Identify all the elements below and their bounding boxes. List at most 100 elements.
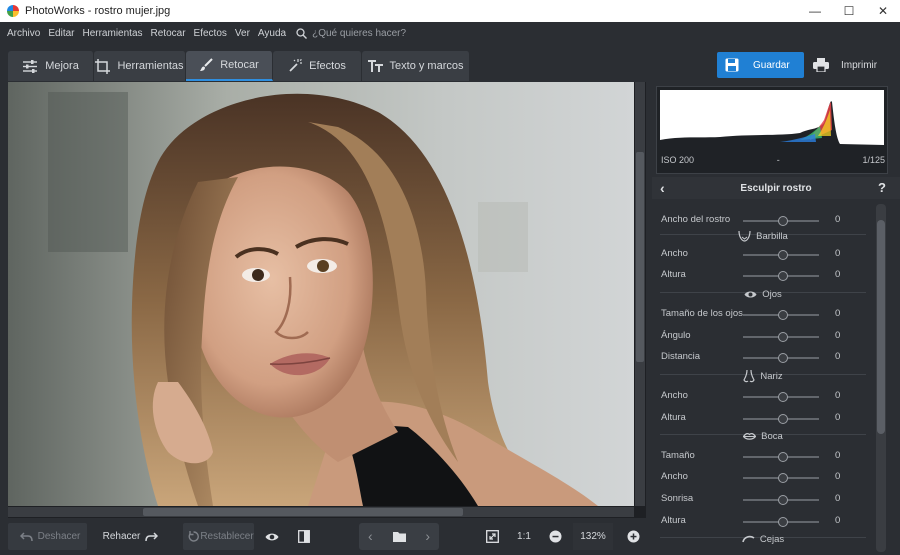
undo-icon: [19, 531, 33, 541]
slider-handle[interactable]: [778, 353, 788, 363]
actual-size-button[interactable]: 1:1: [511, 523, 537, 550]
tab-label: Mejora: [45, 60, 79, 72]
search-icon: [296, 27, 308, 39]
tab-retocar[interactable]: Retocar: [186, 51, 273, 81]
slider-eye-size: Tamaño de los ojos 0: [661, 306, 873, 322]
slider-handle[interactable]: [778, 271, 788, 281]
preview-toggle-button[interactable]: [259, 523, 285, 550]
redo-label: Rehacer: [102, 531, 141, 542]
horizontal-scrollbar[interactable]: [8, 507, 634, 517]
print-button[interactable]: Imprimir: [807, 52, 891, 78]
menu-editar[interactable]: Editar: [48, 28, 74, 39]
slider-handle[interactable]: [778, 250, 788, 260]
lips-icon: [743, 432, 757, 440]
slider-handle[interactable]: [778, 216, 788, 226]
slider-handle[interactable]: [778, 310, 788, 320]
slider-label: Sonrisa: [661, 493, 694, 504]
section-label: Barbilla: [756, 230, 788, 242]
save-label: Guardar: [753, 59, 790, 71]
scrollbar-thumb[interactable]: [143, 508, 463, 516]
section-label: Boca: [761, 430, 783, 442]
slider-nose-height: Altura 0: [661, 410, 873, 426]
undo-label: Deshacer: [37, 531, 81, 542]
brush-icon: [200, 58, 213, 71]
menu-ayuda[interactable]: Ayuda: [258, 28, 286, 39]
slider-handle[interactable]: [778, 392, 788, 402]
tab-texto-y-marcos[interactable]: Texto y marcos: [362, 51, 470, 81]
printer-icon: [813, 58, 829, 72]
slider-value: 0: [835, 330, 841, 341]
slider-value: 0: [835, 351, 841, 362]
plus-circle-icon: [627, 530, 639, 543]
close-button[interactable]: ✕: [866, 0, 900, 22]
zoom-level[interactable]: 132%: [573, 523, 613, 550]
slider-handle[interactable]: [778, 495, 788, 505]
slider-label: Ángulo: [661, 330, 691, 341]
tab-herramientas[interactable]: Herramientas: [94, 51, 186, 81]
reset-icon: [188, 531, 200, 542]
slider-eye-distance: Distancia 0: [661, 349, 873, 365]
iso-value: ISO 200: [661, 155, 695, 165]
menu-archivo[interactable]: Archivo: [7, 28, 40, 39]
panel-scrollbar[interactable]: [876, 204, 886, 552]
compare-button[interactable]: [291, 523, 317, 550]
menu-efectos[interactable]: Efectos: [194, 28, 227, 39]
slider-label: Ancho: [661, 248, 688, 259]
slider-smile: Sonrisa 0: [661, 491, 873, 507]
scrollbar-thumb[interactable]: [636, 152, 644, 362]
slider-value: 0: [835, 515, 841, 526]
window-title: PhotoWorks - rostro mujer.jpg: [25, 5, 171, 17]
folder-icon[interactable]: [392, 531, 406, 542]
vertical-scrollbar[interactable]: [635, 82, 645, 506]
slider-handle[interactable]: [778, 414, 788, 424]
slider-handle[interactable]: [778, 473, 788, 483]
fit-to-screen-button[interactable]: [479, 523, 505, 550]
prev-image-icon[interactable]: ‹: [368, 528, 373, 544]
title-bar: PhotoWorks - rostro mujer.jpg — ☐ ✕: [0, 0, 900, 22]
tab-label: Efectos: [309, 60, 346, 72]
section-boca: Boca: [652, 428, 874, 444]
search-input[interactable]: [312, 27, 463, 39]
slider-label: Ancho: [661, 390, 688, 401]
tab-efectos[interactable]: Efectos: [273, 51, 362, 81]
slider-label: Distancia: [661, 351, 701, 362]
chin-icon: [738, 230, 751, 242]
slider-value: 0: [835, 390, 841, 401]
main-toolbar: Mejora Herramientas Retocar Efectos Text…: [0, 44, 900, 82]
minimize-button[interactable]: —: [798, 0, 832, 22]
app-logo-icon: [7, 5, 19, 17]
undo-button[interactable]: Deshacer: [8, 523, 87, 550]
menu-herramientas[interactable]: Herramientas: [82, 28, 142, 39]
panel-title: Esculpir rostro: [740, 182, 812, 194]
zoom-out-button[interactable]: [543, 523, 567, 550]
section-label: Nariz: [760, 370, 783, 382]
save-button[interactable]: Guardar: [717, 52, 804, 78]
slider-eye-angle: Ángulo 0: [661, 328, 873, 344]
slider-handle[interactable]: [778, 332, 788, 342]
slider-handle[interactable]: [778, 517, 788, 527]
next-image-icon[interactable]: ›: [425, 528, 430, 544]
tab-label: Retocar: [220, 59, 259, 71]
reset-button[interactable]: Restablecer: [183, 523, 254, 550]
maximize-button[interactable]: ☐: [832, 0, 866, 22]
redo-button[interactable]: Rehacer: [96, 523, 170, 550]
zoom-in-button[interactable]: [621, 523, 645, 550]
slider-label: Tamaño: [661, 450, 695, 461]
sliders-icon: [23, 59, 38, 73]
slider-handle[interactable]: [778, 452, 788, 462]
tab-mejora[interactable]: Mejora: [8, 51, 94, 81]
menu-bar: Archivo Editar Herramientas Retocar Efec…: [0, 22, 900, 44]
magic-wand-icon: [289, 59, 303, 72]
menu-ver[interactable]: Ver: [235, 28, 250, 39]
slider-value: 0: [835, 412, 841, 423]
portrait-photo: [8, 82, 634, 506]
help-icon[interactable]: ?: [878, 180, 886, 195]
tab-label: Herramientas: [117, 60, 184, 72]
menu-retocar[interactable]: Retocar: [151, 28, 186, 39]
slider-label: Altura: [661, 269, 686, 280]
eye-icon: [265, 533, 279, 540]
photo-canvas[interactable]: [8, 82, 646, 518]
before-after-icon: [298, 530, 310, 543]
scrollbar-thumb[interactable]: [877, 220, 885, 434]
back-arrow-icon[interactable]: ‹: [660, 180, 665, 196]
